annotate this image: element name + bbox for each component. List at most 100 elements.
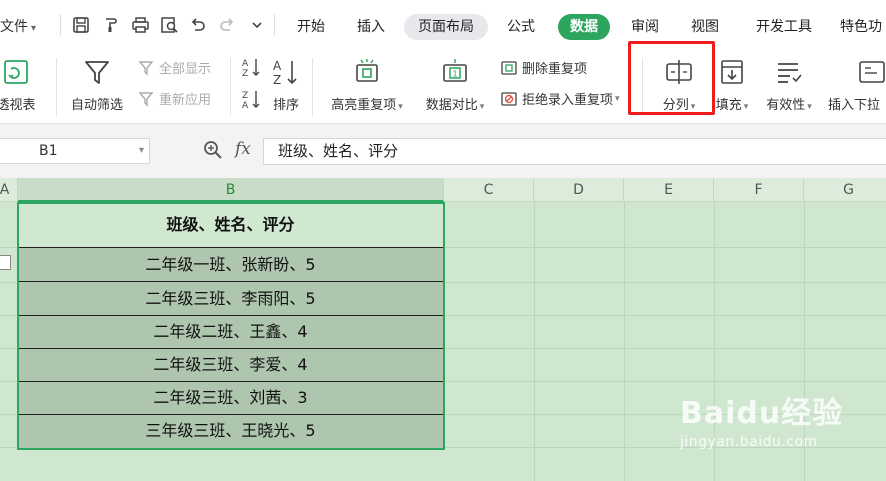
undo-icon[interactable] bbox=[187, 12, 209, 38]
reject-duplicate-entry-button[interactable]: 拒绝录入重复项 ▾ bbox=[500, 89, 620, 108]
fx-icon[interactable]: fx bbox=[235, 139, 251, 159]
filter-refresh-icon bbox=[137, 90, 155, 108]
ribbon: 透视表 自动筛选 全部显示 重新应用 AZ ZA AZ 排序 高亮重复项 ▾ 1… bbox=[0, 52, 886, 124]
column-header-a[interactable]: A bbox=[0, 178, 18, 202]
remove-duplicates-button[interactable]: 删除重复项 bbox=[500, 58, 587, 77]
data-compare-button[interactable]: 1 数据对比 ▾ bbox=[418, 56, 492, 113]
filter-clear-icon bbox=[137, 59, 155, 77]
chevron-down-icon: ▾ bbox=[398, 102, 403, 112]
pivot-table-button[interactable]: 透视表 bbox=[0, 56, 46, 113]
autofilter-label: 自动筛选 bbox=[70, 98, 123, 113]
column-header-d[interactable]: D bbox=[534, 178, 624, 202]
grid-line bbox=[624, 202, 625, 481]
svg-text:Z: Z bbox=[273, 73, 281, 87]
zoom-search-icon[interactable] bbox=[203, 140, 223, 165]
print-preview-icon[interactable] bbox=[158, 12, 180, 38]
svg-text:Z: Z bbox=[242, 91, 248, 101]
cell-b1[interactable]: 班级、姓名、评分 bbox=[18, 203, 443, 248]
chevron-down-icon: ▾ bbox=[615, 93, 620, 104]
reapply-label: 重新应用 bbox=[159, 93, 212, 108]
chevron-down-icon: ▾ bbox=[743, 102, 749, 112]
reapply-button[interactable]: 重新应用 bbox=[137, 89, 211, 108]
column-header-b[interactable]: B bbox=[18, 178, 444, 202]
cell-b7[interactable]: 三年级三班、王晓光、5 bbox=[18, 415, 443, 448]
file-menu[interactable]: 文件 ▾ bbox=[0, 16, 36, 36]
tab-formula[interactable]: 公式 bbox=[498, 14, 544, 40]
sort-za-icon: ZA bbox=[241, 88, 263, 110]
spreadsheet-grid[interactable]: A B C D E F G 班级、姓名、评分 二年级一班、张新盼、5 二年级三班… bbox=[0, 178, 886, 481]
data-validation-button[interactable]: 有效性 ▾ bbox=[760, 56, 818, 113]
sort-descending-button[interactable]: ZA bbox=[241, 88, 267, 110]
remove-duplicates-label: 删除重复项 bbox=[522, 62, 588, 77]
data-compare-label: 数据对比 bbox=[425, 98, 478, 113]
data-validation-label: 有效性 bbox=[766, 98, 806, 113]
fill-button[interactable]: 填充 ▾ bbox=[710, 56, 754, 113]
watermark-url: jingyan.baidu.com bbox=[680, 434, 818, 450]
data-validation-icon bbox=[773, 56, 805, 88]
chevron-down-icon: ▾ bbox=[479, 102, 485, 112]
divider bbox=[56, 58, 57, 116]
cell-b6[interactable]: 二年级三班、刘茜、3 bbox=[18, 382, 443, 415]
name-box[interactable]: B1 ▾ bbox=[0, 138, 150, 164]
svg-text:Z: Z bbox=[242, 69, 248, 78]
show-all-label: 全部显示 bbox=[159, 62, 212, 77]
grid-line bbox=[534, 202, 535, 481]
divider bbox=[230, 58, 231, 116]
tab-insert[interactable]: 插入 bbox=[348, 14, 394, 40]
divider bbox=[274, 14, 275, 36]
tab-data[interactable]: 数据 bbox=[558, 14, 610, 40]
row-checkbox[interactable] bbox=[0, 255, 11, 270]
tab-features[interactable]: 特色功 bbox=[840, 14, 886, 40]
highlight-duplicates-button[interactable]: 高亮重复项 ▾ bbox=[322, 56, 412, 113]
tab-view[interactable]: 视图 bbox=[682, 14, 728, 40]
column-header-e[interactable]: E bbox=[624, 178, 714, 202]
svg-text:A: A bbox=[242, 101, 249, 110]
reject-duplicate-icon bbox=[500, 90, 518, 108]
sort-az-icon: AZ bbox=[241, 56, 263, 78]
chevron-down-icon: ▾ bbox=[31, 23, 37, 34]
insert-dropdown-list-button[interactable]: 插入下拉 bbox=[828, 56, 886, 113]
pivot-table-label: 透视表 bbox=[0, 98, 36, 113]
highlight-duplicates-icon bbox=[351, 56, 383, 88]
cell-b3[interactable]: 二年级三班、李雨阳、5 bbox=[18, 282, 443, 316]
save-icon[interactable] bbox=[70, 12, 92, 38]
cell-b2[interactable]: 二年级一班、张新盼、5 bbox=[18, 248, 443, 282]
cell-b5[interactable]: 二年级三班、李爱、4 bbox=[18, 349, 443, 382]
insert-dropdown-label: 插入下拉 bbox=[828, 98, 881, 113]
svg-text:1: 1 bbox=[453, 70, 458, 79]
sort-icon: AZ bbox=[270, 56, 302, 88]
tab-page-layout[interactable]: 页面布局 bbox=[404, 14, 488, 40]
autofilter-button[interactable]: 自动筛选 bbox=[66, 56, 128, 113]
sort-button[interactable]: AZ 排序 bbox=[268, 56, 304, 113]
column-header-f[interactable]: F bbox=[714, 178, 804, 202]
column-header-c[interactable]: C bbox=[444, 178, 534, 202]
customize-quick-access-icon[interactable] bbox=[246, 12, 268, 38]
tab-developer[interactable]: 开发工具 bbox=[744, 14, 824, 40]
tab-review[interactable]: 审阅 bbox=[622, 14, 668, 40]
format-painter-icon[interactable] bbox=[100, 12, 122, 38]
sort-label: 排序 bbox=[272, 98, 299, 113]
sort-ascending-button[interactable]: AZ bbox=[241, 56, 267, 78]
filter-icon bbox=[81, 56, 113, 88]
pivot-table-icon bbox=[0, 56, 32, 88]
highlight-duplicates-label: 高亮重复项 bbox=[331, 98, 397, 113]
insert-dropdown-icon bbox=[856, 56, 886, 88]
show-all-button[interactable]: 全部显示 bbox=[137, 58, 211, 77]
fill-down-icon bbox=[716, 56, 748, 88]
print-icon[interactable] bbox=[129, 12, 151, 38]
divider bbox=[60, 14, 61, 36]
fill-label: 填充 bbox=[715, 98, 742, 113]
data-compare-icon: 1 bbox=[439, 56, 471, 88]
tab-home[interactable]: 开始 bbox=[288, 14, 334, 40]
baidu-watermark: Baidu经验 jingyan.baidu.com bbox=[680, 388, 843, 450]
redo-icon[interactable] bbox=[216, 12, 238, 38]
divider bbox=[312, 58, 313, 116]
column-header-g[interactable]: G bbox=[804, 178, 886, 202]
file-menu-label: 文件 bbox=[0, 19, 28, 35]
cell-b4[interactable]: 二年级二班、王鑫、4 bbox=[18, 316, 443, 349]
chevron-down-icon[interactable]: ▾ bbox=[139, 139, 144, 163]
name-box-value: B1 bbox=[39, 143, 58, 159]
formula-input[interactable]: 班级、姓名、评分 bbox=[263, 138, 886, 165]
svg-text:A: A bbox=[242, 59, 249, 69]
formula-bar: B1 ▾ fx 班级、姓名、评分 bbox=[0, 124, 886, 178]
